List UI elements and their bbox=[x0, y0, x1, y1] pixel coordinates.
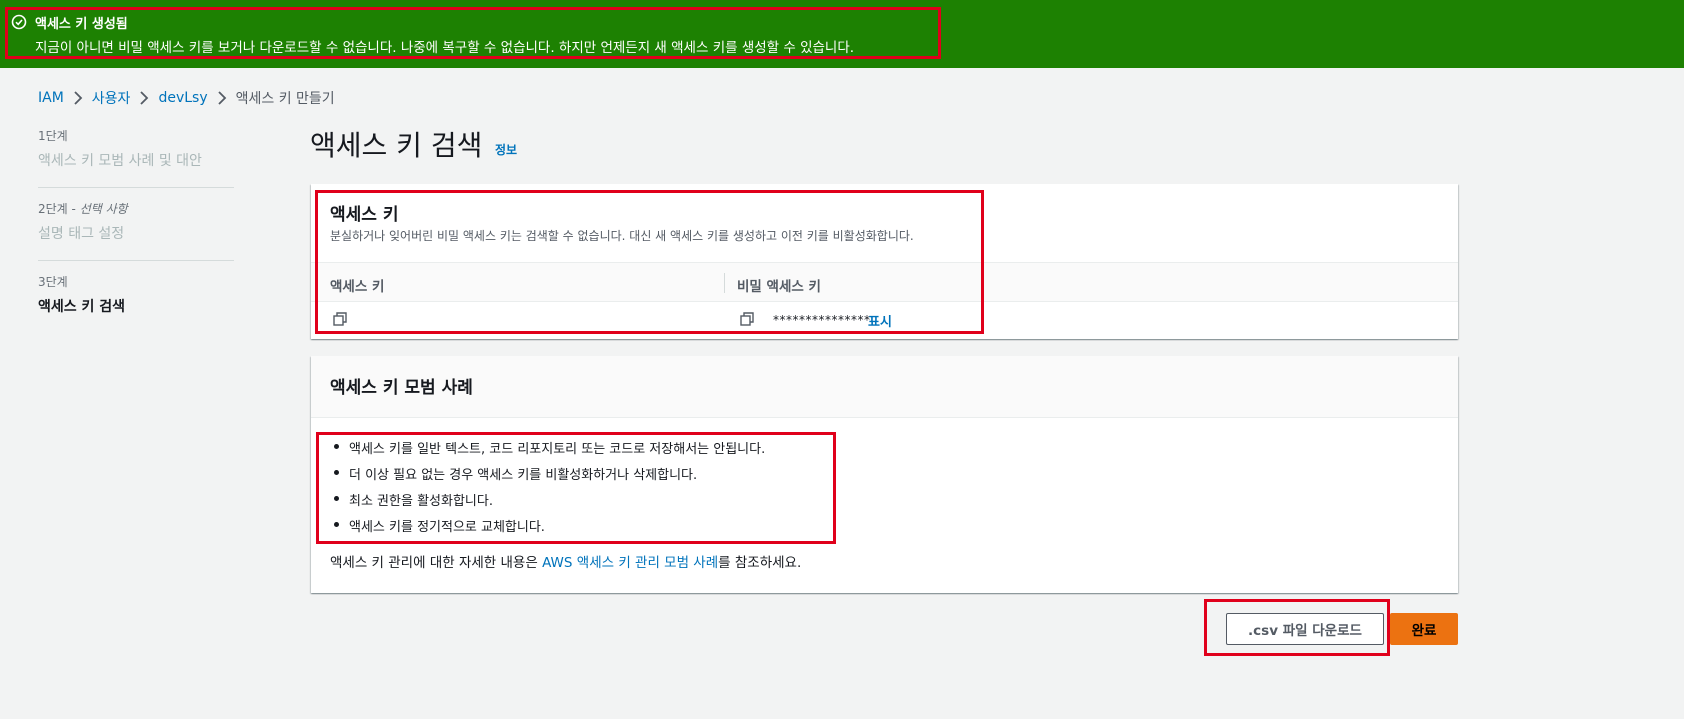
wizard-step-2: 2단계 - 선택 사항 설명 태그 설정 bbox=[38, 200, 234, 273]
divider bbox=[38, 260, 234, 261]
step-title: 액세스 키 검색 bbox=[38, 299, 126, 315]
page-title: 액세스 키 검색 bbox=[310, 129, 483, 162]
wizard-steps: 1단계 액세스 키 모범 사례 및 대안 2단계 - 선택 사항 설명 태그 설… bbox=[38, 127, 234, 346]
step-label: 1단계 bbox=[38, 129, 68, 143]
wizard-step-1: 1단계 액세스 키 모범 사례 및 대안 bbox=[38, 127, 234, 200]
step-title: 액세스 키 모범 사례 및 대안 bbox=[38, 153, 202, 169]
wizard-step-3: 3단계 액세스 키 검색 bbox=[38, 273, 234, 346]
divider bbox=[38, 187, 234, 188]
done-button[interactable]: 완료 bbox=[1390, 613, 1458, 645]
breadcrumb-user[interactable]: devLsy bbox=[158, 90, 207, 106]
step-label: 3단계 bbox=[38, 275, 68, 289]
info-link[interactable]: 정보 bbox=[495, 141, 517, 158]
highlight-box bbox=[315, 190, 984, 334]
note-suffix: 를 참조하세요. bbox=[718, 555, 802, 571]
note-prefix: 액세스 키 관리에 대한 자세한 내용은 bbox=[330, 555, 543, 571]
chevron-right-icon bbox=[217, 91, 226, 105]
chevron-right-icon bbox=[74, 91, 83, 105]
banner-description: 지금이 아니면 비밀 액세스 키를 보거나 다운로드할 수 없습니다. 나중에 … bbox=[35, 40, 855, 56]
breadcrumb-users[interactable]: 사용자 bbox=[92, 88, 131, 108]
breadcrumb-current: 액세스 키 만들기 bbox=[235, 91, 335, 107]
step-title: 설명 태그 설정 bbox=[38, 226, 125, 242]
chevron-right-icon bbox=[140, 91, 149, 105]
step-optional-label: 선택 사항 bbox=[79, 202, 128, 216]
card-title: 액세스 키 모범 사례 bbox=[330, 378, 473, 398]
step-label-text: 2단계 - bbox=[38, 202, 80, 216]
breadcrumb: IAM 사용자 devLsy 액세스 키 만들기 bbox=[38, 88, 335, 108]
download-csv-button[interactable]: .csv 파일 다운로드 bbox=[1226, 613, 1384, 645]
check-circle-icon bbox=[11, 14, 27, 30]
best-practices-note: 액세스 키 관리에 대한 자세한 내용은 AWS 액세스 키 관리 모범 사례를… bbox=[330, 551, 801, 571]
step-label: 2단계 - 선택 사항 bbox=[38, 200, 234, 217]
breadcrumb-iam[interactable]: IAM bbox=[38, 90, 64, 106]
card-header: 액세스 키 모범 사례 bbox=[311, 356, 1458, 418]
best-practices-link[interactable]: AWS 액세스 키 관리 모범 사례 bbox=[542, 555, 718, 571]
highlight-box bbox=[316, 432, 836, 544]
success-banner: 액세스 키 생성됨 지금이 아니면 비밀 액세스 키를 보거나 다운로드할 수 … bbox=[0, 0, 1684, 68]
banner-title: 액세스 키 생성됨 bbox=[35, 17, 128, 32]
